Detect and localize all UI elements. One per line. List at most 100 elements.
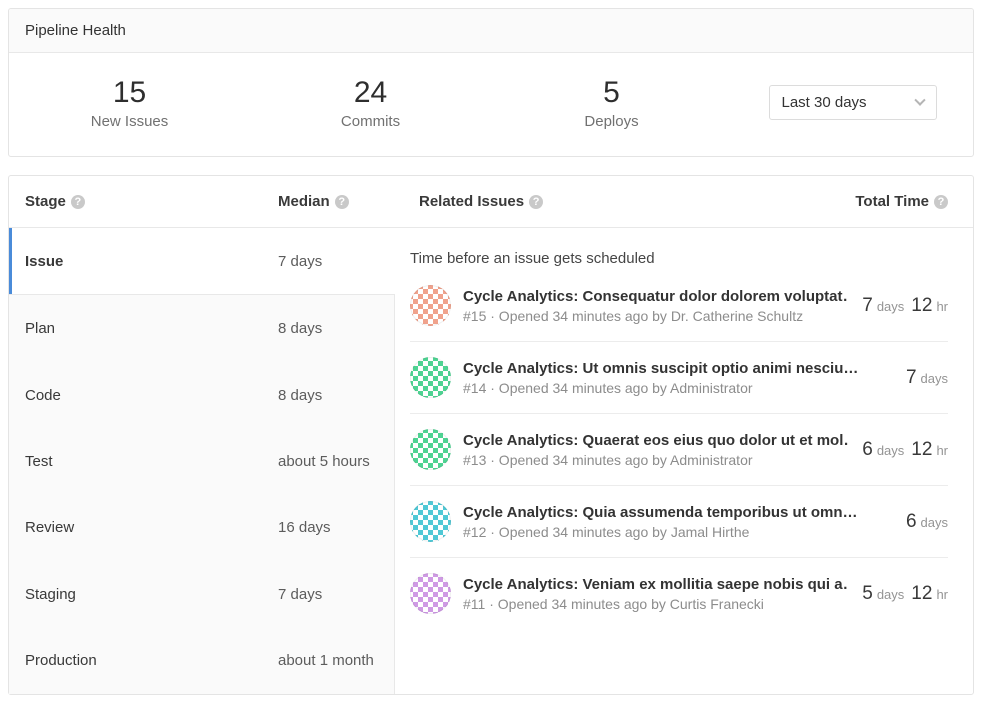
- issue-ref[interactable]: #12: [463, 524, 486, 540]
- time-unit: hr: [936, 443, 948, 458]
- issue-author[interactable]: Administrator: [670, 452, 752, 468]
- time-unit: days: [921, 371, 948, 386]
- help-icon[interactable]: ?: [934, 195, 948, 209]
- header-total-time: Total Time?: [855, 193, 948, 210]
- issue-main: Cycle Analytics: Quaerat eos eius quo do…: [463, 432, 848, 468]
- stage-description: Time before an issue gets scheduled: [410, 228, 948, 270]
- related-issues-panel: Time before an issue gets scheduled Cycl…: [395, 228, 973, 694]
- avatar[interactable]: [410, 357, 451, 398]
- time-number: 12: [911, 295, 932, 316]
- time-unit: hr: [936, 299, 948, 314]
- avatar[interactable]: [410, 501, 451, 542]
- date-range-value: Last 30 days: [782, 94, 867, 111]
- cycle-analytics-panel: Stage? Median? Related Issues? Total Tim…: [8, 175, 974, 695]
- issue-author[interactable]: Jamal Hirthe: [671, 524, 750, 540]
- stage-row[interactable]: Issue 7 days: [9, 228, 395, 294]
- metric-commits: 24 Commits: [250, 75, 491, 130]
- metric-value: 5: [491, 75, 732, 111]
- issue-ref[interactable]: #11: [463, 596, 485, 612]
- stage-row[interactable]: Test about 5 hours: [9, 428, 395, 494]
- time-number: 12: [911, 439, 932, 460]
- issue-meta: #11 · Opened 34 minutes ago by Curtis Fr…: [463, 596, 848, 612]
- stage-name: Plan: [25, 320, 278, 337]
- time-number: 12: [911, 583, 932, 604]
- time-unit: days: [877, 443, 904, 458]
- header-related-issues-label: Related Issues: [419, 193, 524, 210]
- header-median-label: Median: [278, 193, 330, 210]
- issue-total-time: 6 days 12 hr: [862, 439, 948, 461]
- issue-total-time: 5days12hr: [862, 583, 948, 605]
- issue-title[interactable]: Cycle Analytics: Veniam ex mollitia saep…: [463, 576, 848, 593]
- issue-main: Cycle Analytics: Consequatur dolor dolor…: [463, 288, 848, 324]
- stage-name: Issue: [25, 253, 278, 270]
- time-unit: days: [877, 587, 904, 602]
- help-icon[interactable]: ?: [335, 195, 349, 209]
- issue-opened-text: · Opened 34 minutes ago by: [486, 308, 670, 324]
- stage-row[interactable]: Plan 8 days: [9, 294, 395, 361]
- header-median: Median?: [278, 193, 404, 210]
- issue-row: Cycle Analytics: Quia assumenda temporib…: [410, 486, 948, 558]
- issue-total-time: 6days: [906, 511, 948, 533]
- stage-name: Production: [25, 652, 278, 669]
- stage-median: about 1 month: [278, 652, 374, 669]
- metric-value: 15: [9, 75, 250, 111]
- stage-median: 7 days: [278, 253, 322, 270]
- metric-label: Deploys: [491, 113, 732, 130]
- issue-meta: #12 · Opened 34 minutes ago by Jamal Hir…: [463, 524, 892, 540]
- stage-row[interactable]: Code 8 days: [9, 362, 395, 428]
- issue-ref[interactable]: #14: [463, 380, 486, 396]
- time-number: 5: [862, 583, 873, 604]
- time-number: 6: [906, 511, 917, 532]
- issue-opened-text: · Opened 34 minutes ago by: [485, 596, 669, 612]
- table-body: Issue 7 days Plan 8 days Code 8 days Tes…: [9, 228, 973, 694]
- stage-name: Code: [25, 387, 278, 404]
- metrics-row: 15 New Issues 24 Commits 5 Deploys Last …: [9, 53, 973, 156]
- issue-meta: #14 · Opened 34 minutes ago by Administr…: [463, 380, 892, 396]
- stage-median: 8 days: [278, 387, 322, 404]
- time-unit: days: [877, 299, 904, 314]
- help-icon[interactable]: ?: [71, 195, 85, 209]
- issue-title[interactable]: Cycle Analytics: Quaerat eos eius quo do…: [463, 432, 848, 449]
- issue-title[interactable]: Cycle Analytics: Quia assumenda temporib…: [463, 504, 892, 521]
- header-total-time-label: Total Time: [855, 193, 929, 210]
- metric-label: Commits: [250, 113, 491, 130]
- issue-total-time: 7 days 12 hr: [862, 295, 948, 317]
- metric-value: 24: [250, 75, 491, 111]
- pipeline-health-panel: Pipeline Health 15 New Issues 24 Commits…: [8, 8, 974, 157]
- issue-total-time: 7days: [906, 367, 948, 389]
- date-range-select[interactable]: Last 30 days: [769, 85, 937, 120]
- issue-row: Cycle Analytics: Veniam ex mollitia saep…: [410, 558, 948, 629]
- chevron-down-icon: [914, 94, 925, 105]
- stage-row[interactable]: Staging 7 days: [9, 561, 395, 627]
- issue-row: Cycle Analytics: Ut omnis suscipit optio…: [410, 342, 948, 414]
- stage-row[interactable]: Production about 1 month: [9, 628, 395, 694]
- header-stage-label: Stage: [25, 193, 66, 210]
- stage-median: 7 days: [278, 586, 322, 603]
- header-related-issues: Related Issues?: [404, 193, 855, 210]
- avatar[interactable]: [410, 429, 451, 470]
- header-stage: Stage?: [25, 193, 278, 210]
- metric-label: New Issues: [9, 113, 250, 130]
- stage-median: 16 days: [278, 519, 331, 536]
- issue-opened-text: · Opened 34 minutes ago by: [486, 524, 670, 540]
- help-icon[interactable]: ?: [529, 195, 543, 209]
- issue-author[interactable]: Curtis Franecki: [670, 596, 764, 612]
- stage-row[interactable]: Review 16 days: [9, 495, 395, 561]
- time-number: 6: [862, 439, 873, 460]
- issue-title[interactable]: Cycle Analytics: Ut omnis suscipit optio…: [463, 360, 892, 377]
- issue-ref[interactable]: #13: [463, 452, 486, 468]
- issue-meta: #15 · Opened 34 minutes ago by Dr. Cathe…: [463, 308, 848, 324]
- time-number: 7: [862, 295, 873, 316]
- table-header: Stage? Median? Related Issues? Total Tim…: [9, 176, 973, 228]
- avatar[interactable]: [410, 573, 451, 614]
- issue-author[interactable]: Administrator: [670, 380, 752, 396]
- issue-meta: #13 · Opened 34 minutes ago by Administr…: [463, 452, 848, 468]
- issue-main: Cycle Analytics: Veniam ex mollitia saep…: [463, 576, 848, 612]
- stage-name: Test: [25, 453, 278, 470]
- issue-opened-text: · Opened 34 minutes ago by: [486, 452, 670, 468]
- avatar[interactable]: [410, 285, 451, 326]
- issue-title[interactable]: Cycle Analytics: Consequatur dolor dolor…: [463, 288, 848, 305]
- issue-author[interactable]: Dr. Catherine Schultz: [671, 308, 803, 324]
- issue-ref[interactable]: #15: [463, 308, 486, 324]
- issue-opened-text: · Opened 34 minutes ago by: [486, 380, 670, 396]
